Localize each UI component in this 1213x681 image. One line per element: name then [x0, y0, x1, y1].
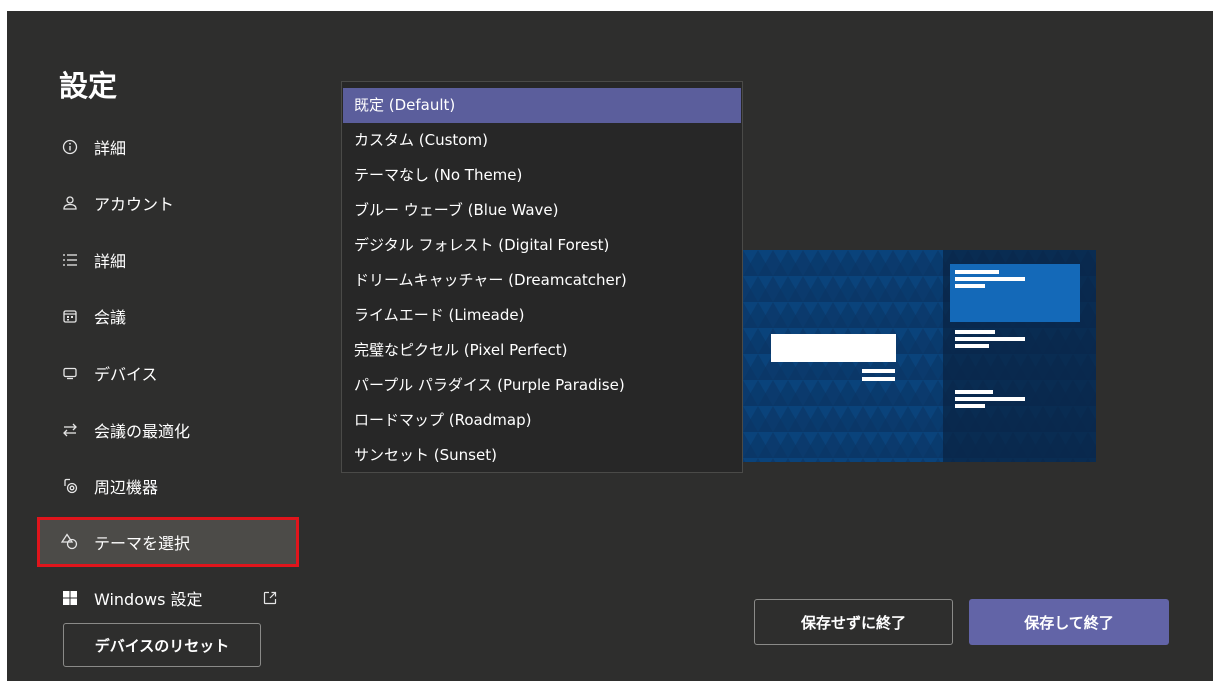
theme-option[interactable]: デジタル フォレスト (Digital Forest): [343, 228, 741, 263]
nav-item-label: 詳細: [94, 139, 127, 158]
theme-option[interactable]: ドリームキャッチャー (Dreamcatcher): [343, 263, 741, 298]
nav-item-label: 会議の最適化: [94, 422, 191, 441]
nav-item-label: アカウント: [94, 195, 175, 214]
theme-option[interactable]: 既定 (Default): [343, 88, 741, 123]
nav-item-peripherals[interactable]: 周辺機器: [55, 467, 303, 505]
nav-item-account[interactable]: アカウント: [55, 184, 303, 222]
theme-option[interactable]: 完璧なピクセル (Pixel Perfect): [343, 333, 741, 368]
save-and-exit-button[interactable]: 保存して終了: [969, 599, 1169, 645]
theme-option[interactable]: ライムエード (Limeade): [343, 298, 741, 333]
nav-item-devices[interactable]: デバイス: [55, 354, 303, 392]
page-title: 設定: [59, 69, 118, 103]
calendar-icon: [60, 306, 80, 326]
theme-option[interactable]: パープル パラダイス (Purple Paradise): [343, 368, 741, 403]
theme-option[interactable]: ブルー ウェーブ (Blue Wave): [343, 193, 741, 228]
shapes-icon: [60, 532, 80, 552]
nav-item-theme[interactable]: テーマを選択: [40, 520, 296, 564]
theme-option[interactable]: カスタム (Custom): [343, 123, 741, 158]
theme-dropdown-list[interactable]: 既定 (Default) カスタム (Custom) テーマなし (No The…: [341, 81, 743, 473]
person-icon: [60, 193, 80, 213]
nav-item-label: デバイス: [94, 365, 158, 384]
arrows-swap-icon: [60, 420, 80, 440]
settings-window: 設定 詳細 アカウント 詳細 会議 デバイス 会議の最適化 周辺機器 テーマを選…: [7, 11, 1213, 681]
nav-item-label: Windows 設定: [94, 590, 203, 609]
peripherals-icon: [60, 476, 80, 496]
nav-item-label: 会議: [94, 308, 127, 327]
list-icon: [60, 250, 80, 270]
theme-preview: [743, 250, 1096, 462]
theme-option[interactable]: ロードマップ (Roadmap): [343, 403, 741, 438]
nav-item-meetings[interactable]: 会議: [55, 297, 303, 335]
windows-logo-icon: [60, 588, 80, 608]
nav-item-label: 周辺機器: [94, 478, 159, 497]
nav-item-label: 詳細: [94, 252, 127, 271]
monitor-icon: [60, 363, 80, 383]
external-link-icon[interactable]: [263, 590, 277, 605]
nav-item-details-2[interactable]: 詳細: [55, 241, 303, 279]
theme-option[interactable]: テーマなし (No Theme): [343, 158, 741, 193]
theme-option[interactable]: サンセット (Sunset): [343, 438, 741, 473]
exit-without-saving-button[interactable]: 保存せずに終了: [754, 599, 953, 645]
nav-item-label: テーマを選択: [94, 534, 191, 553]
info-icon: [60, 137, 80, 157]
nav-item-details[interactable]: 詳細: [55, 128, 303, 166]
reset-device-button[interactable]: デバイスのリセット: [63, 623, 261, 667]
nav-item-meeting-optimization[interactable]: 会議の最適化: [55, 411, 303, 449]
